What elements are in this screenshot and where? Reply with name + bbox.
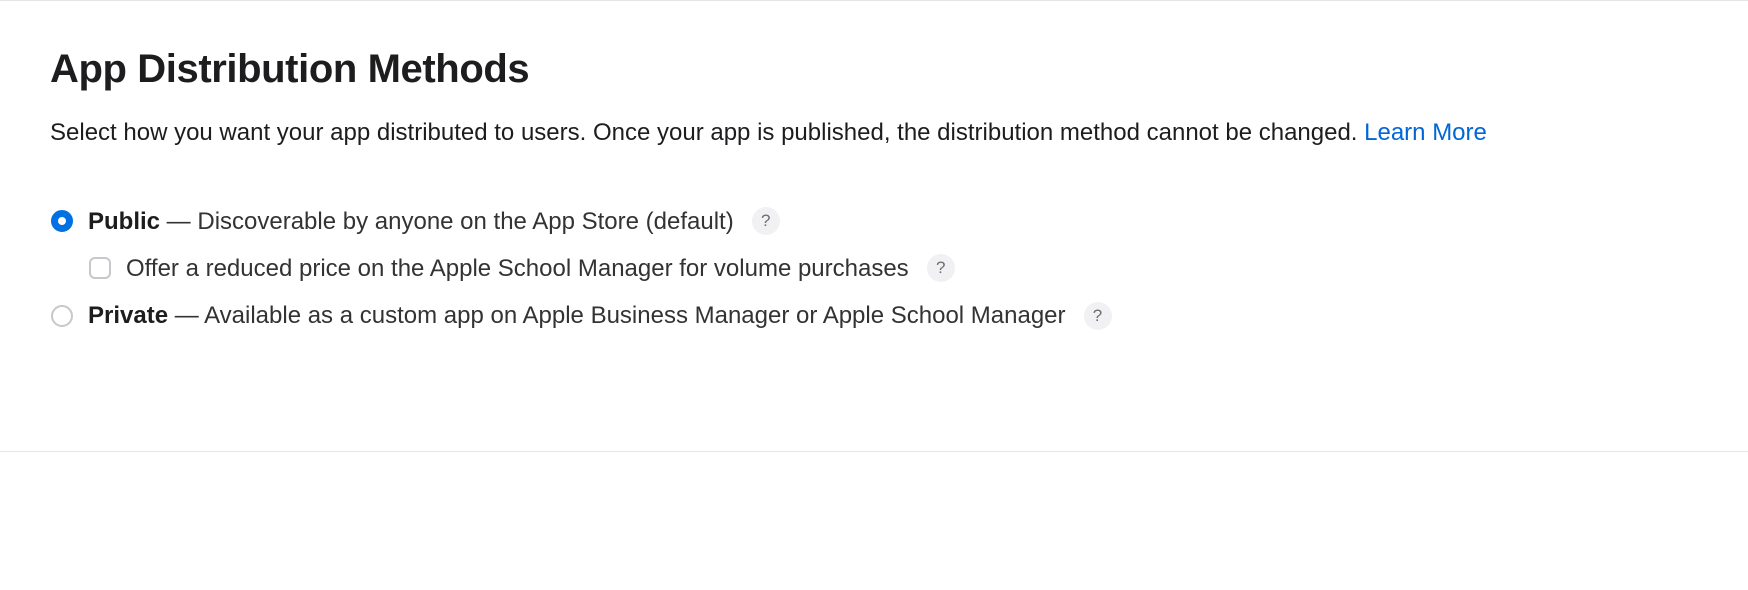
checkbox-reduced-price[interactable] bbox=[89, 257, 111, 279]
reduced-price-label: Offer a reduced price on the Apple Schoo… bbox=[126, 253, 909, 284]
help-icon[interactable]: ? bbox=[752, 207, 780, 235]
option-private-text: Private — Available as a custom app on A… bbox=[88, 300, 1066, 331]
learn-more-link[interactable]: Learn More bbox=[1364, 119, 1487, 146]
help-icon[interactable]: ? bbox=[927, 254, 955, 282]
section-subtitle: Select how you want your app distributed… bbox=[50, 116, 1698, 150]
distribution-options: Public — Discoverable by anyone on the A… bbox=[50, 206, 1698, 332]
option-private-desc: Available as a custom app on Apple Busin… bbox=[204, 302, 1065, 329]
option-public-name: Public bbox=[88, 208, 160, 235]
radio-private[interactable] bbox=[51, 305, 73, 327]
option-private-name: Private bbox=[88, 302, 168, 329]
bottom-divider bbox=[0, 451, 1748, 452]
option-public-reduced-row[interactable]: Offer a reduced price on the Apple Schoo… bbox=[88, 253, 1698, 284]
help-icon[interactable]: ? bbox=[1084, 302, 1112, 330]
section-title: App Distribution Methods bbox=[50, 47, 1698, 92]
option-private-row[interactable]: Private — Available as a custom app on A… bbox=[50, 300, 1698, 331]
option-public-text: Public — Discoverable by anyone on the A… bbox=[88, 206, 734, 237]
option-public-desc: Discoverable by anyone on the App Store … bbox=[197, 208, 733, 235]
radio-public[interactable] bbox=[51, 210, 73, 232]
subtitle-text: Select how you want your app distributed… bbox=[50, 119, 1364, 146]
option-public-row[interactable]: Public — Discoverable by anyone on the A… bbox=[50, 206, 1698, 237]
top-divider bbox=[0, 0, 1748, 1]
